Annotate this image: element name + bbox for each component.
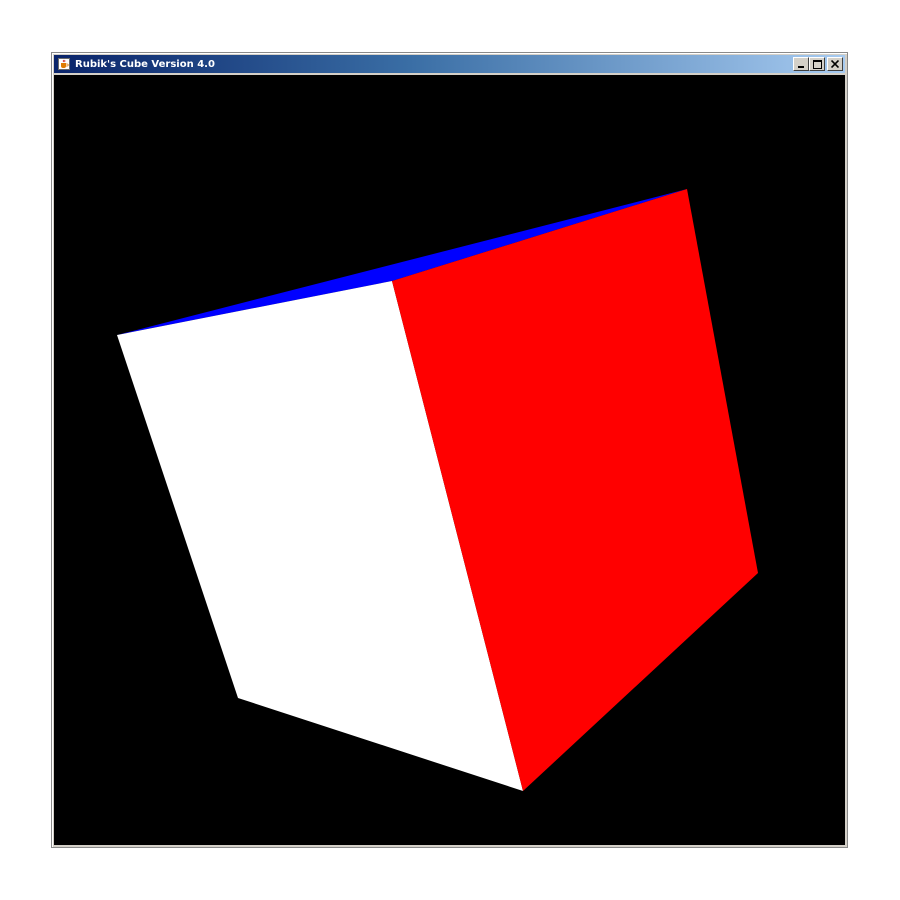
- close-icon: [831, 60, 839, 68]
- cube-scene[interactable]: [54, 75, 845, 845]
- app-window: Rubik's Cube Version 4.0: [51, 52, 848, 848]
- cube-render-canvas[interactable]: [54, 75, 845, 845]
- maximize-icon: [812, 59, 822, 69]
- title-bar[interactable]: Rubik's Cube Version 4.0: [54, 55, 845, 73]
- minimize-icon: [798, 66, 804, 68]
- window-title: Rubik's Cube Version 4.0: [75, 58, 215, 70]
- window-controls: [793, 57, 843, 71]
- maximize-button[interactable]: [809, 57, 825, 71]
- close-button[interactable]: [827, 57, 843, 71]
- minimize-button[interactable]: [793, 57, 809, 71]
- java-coffee-cup-icon[interactable]: [57, 57, 71, 71]
